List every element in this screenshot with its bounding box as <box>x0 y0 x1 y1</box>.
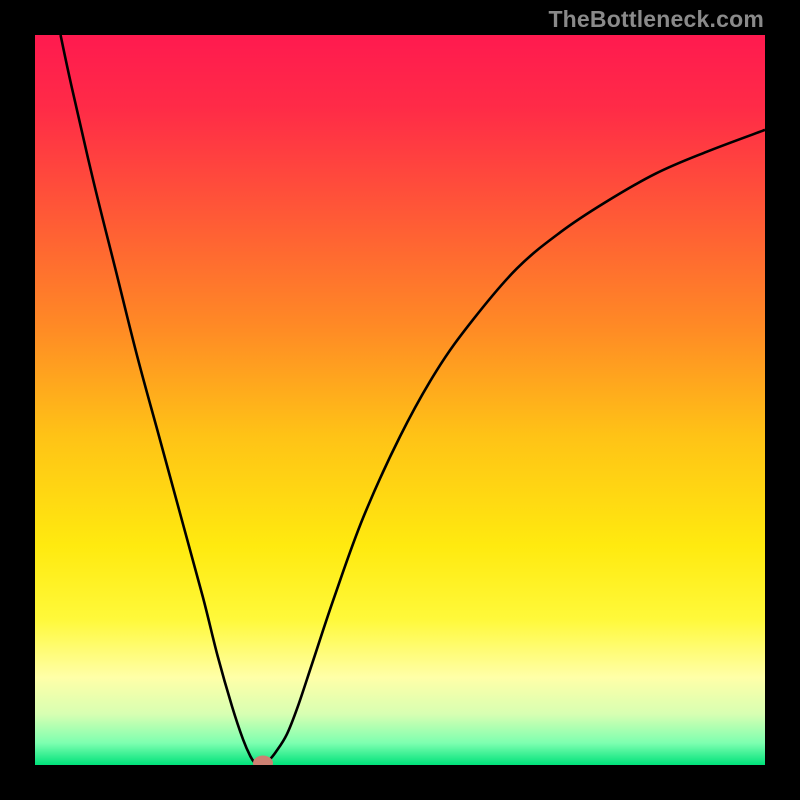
bottleneck-curve <box>61 35 765 765</box>
optimal-point-marker <box>253 755 273 765</box>
watermark-label: TheBottleneck.com <box>548 6 764 33</box>
plot-area <box>35 35 765 765</box>
curve-layer <box>35 35 765 765</box>
chart-container: TheBottleneck.com <box>0 0 800 800</box>
